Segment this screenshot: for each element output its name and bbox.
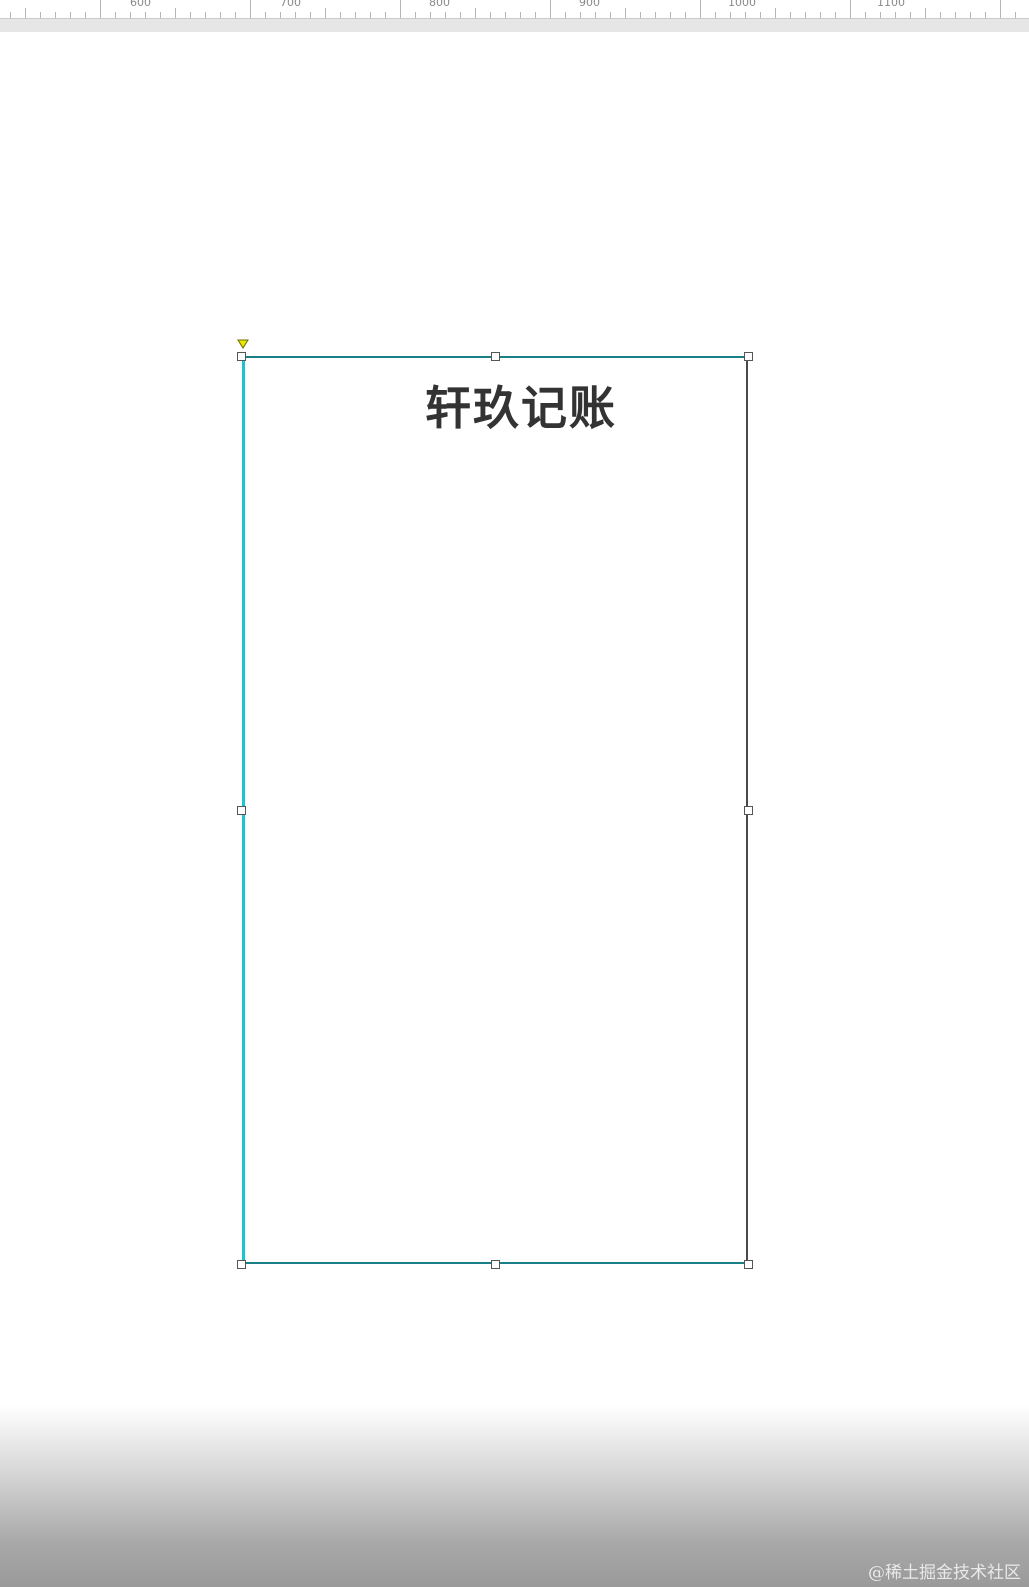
resize-handle-bottom-right-icon[interactable] (744, 1260, 753, 1269)
editor-stage: 600 700 800 900 1000 1100 轩玖记账 @稀土掘金技术社区 (0, 0, 1029, 1587)
resize-handle-bottom-center-icon[interactable] (491, 1260, 500, 1269)
page-title[interactable]: 轩玖记账 (425, 372, 625, 438)
resize-handle-middle-right-icon[interactable] (744, 806, 753, 815)
anchor-triangle-icon[interactable] (237, 339, 249, 351)
bottom-shadow: @稀土掘金技术社区 (0, 1405, 1029, 1587)
horizontal-ruler[interactable]: 600 700 800 900 1000 1100 (0, 0, 1029, 19)
ruler-label-600: 600 (130, 0, 151, 9)
ruler-label-1000: 1000 (728, 0, 756, 9)
resize-handle-top-center-icon[interactable] (491, 352, 500, 361)
watermark: @稀土掘金技术社区 (868, 1563, 1021, 1583)
ruler-ticks (10, 0, 1016, 18)
ruler-band (0, 19, 1029, 32)
resize-handle-bottom-left-icon[interactable] (237, 1260, 246, 1269)
ruler-label-900: 900 (579, 0, 600, 9)
ruler-label-800: 800 (429, 0, 450, 9)
ruler-label-700: 700 (280, 0, 301, 9)
resize-handle-middle-left-icon[interactable] (237, 806, 246, 815)
resize-handle-top-left-icon[interactable] (237, 352, 246, 361)
ruler-label-1100: 1100 (877, 0, 905, 9)
canvas-frame[interactable]: 轩玖记账 (242, 356, 748, 1264)
resize-handle-top-right-icon[interactable] (744, 352, 753, 361)
